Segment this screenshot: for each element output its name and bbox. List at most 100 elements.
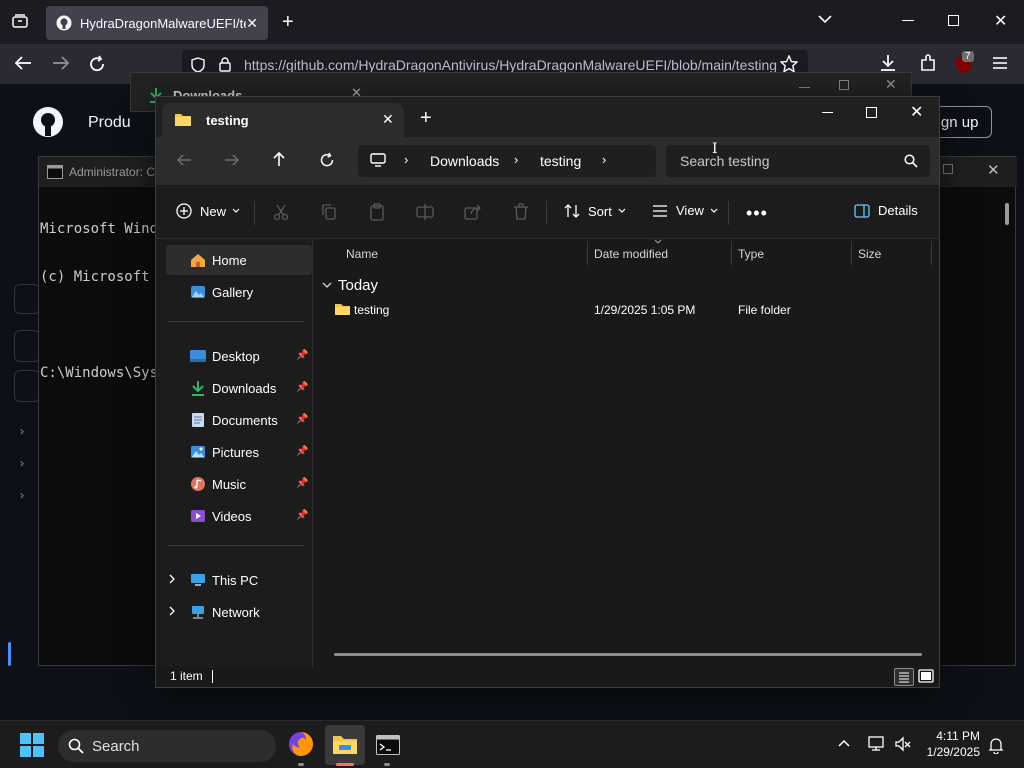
back-arrow-icon[interactable]	[14, 55, 32, 71]
tiles-view-icon[interactable]	[918, 669, 934, 683]
nav-network[interactable]: Network	[166, 597, 312, 627]
pin-icon[interactable]: 📌	[296, 446, 308, 458]
terminal-icon[interactable]	[376, 735, 400, 755]
expand-chevron-icon[interactable]	[168, 574, 176, 584]
explorer-tab[interactable]: testing ✕	[162, 103, 404, 137]
search-box[interactable]: Search testing	[666, 145, 930, 177]
pin-icon[interactable]: 📌	[296, 350, 308, 362]
reload-icon[interactable]	[88, 55, 106, 73]
github-sidebar-toggle[interactable]	[14, 284, 40, 314]
windows-start-icon[interactable]	[20, 733, 44, 757]
forward-arrow-icon[interactable]	[52, 55, 70, 71]
view-button[interactable]: View	[652, 203, 718, 218]
browser-tab[interactable]: HydraDragonMalwareUEFI/test ✕	[46, 6, 268, 40]
cmd-scrollbar[interactable]	[1005, 203, 1009, 225]
close-tab-icon[interactable]: ✕	[246, 15, 258, 32]
nav-music[interactable]: Music 📌	[166, 469, 312, 499]
pin-icon[interactable]: 📌	[296, 478, 308, 490]
more-options-icon[interactable]: •••	[746, 203, 768, 224]
new-tab-button[interactable]: +	[282, 11, 294, 34]
nav-videos[interactable]: Videos 📌	[166, 501, 312, 531]
chevron-up-icon[interactable]	[838, 739, 850, 747]
rename-icon[interactable]	[416, 203, 434, 221]
up-arrow-icon[interactable]	[272, 151, 286, 167]
breadcrumb[interactable]: › Downloads › testing ›	[358, 145, 656, 177]
browser-maximize-button[interactable]	[948, 15, 959, 26]
horizontal-scrollbar[interactable]	[334, 653, 922, 656]
nav-downloads[interactable]: Downloads 📌	[166, 373, 312, 403]
nav-pane-divider[interactable]	[312, 239, 313, 667]
column-header-name[interactable]: Name	[346, 247, 378, 261]
clock-date[interactable]: 1/29/2025	[927, 745, 980, 759]
details-button[interactable]: Details	[854, 203, 918, 218]
firefox-icon[interactable]	[288, 731, 314, 757]
cut-icon[interactable]	[272, 203, 290, 221]
column-divider[interactable]	[731, 241, 732, 265]
taskbar-search[interactable]: Search	[58, 730, 276, 762]
details-view-icon[interactable]	[894, 668, 914, 686]
sort-button[interactable]: Sort	[564, 203, 626, 219]
column-header-date[interactable]: Date modified	[594, 247, 668, 261]
pin-icon[interactable]: 📌	[296, 382, 308, 394]
close-tab-icon[interactable]: ✕	[382, 111, 394, 128]
explorer-maximize-button[interactable]	[866, 107, 877, 118]
github-file-search[interactable]	[14, 370, 40, 402]
chevron-right-icon[interactable]: ›	[20, 424, 24, 438]
bookmark-star-icon[interactable]	[780, 55, 798, 73]
copy-icon[interactable]	[320, 203, 338, 221]
nav-this-pc[interactable]: This PC	[166, 565, 312, 595]
back-arrow-icon[interactable]	[176, 153, 192, 167]
volume-muted-icon[interactable]	[894, 736, 912, 752]
pin-icon[interactable]: 📌	[296, 414, 308, 426]
chevron-right-icon[interactable]: ›	[602, 152, 606, 167]
github-logo-icon[interactable]	[32, 106, 64, 138]
column-divider[interactable]	[587, 241, 588, 265]
pin-icon[interactable]: 📌	[296, 510, 308, 522]
nav-documents[interactable]: Documents 📌	[166, 405, 312, 435]
delete-icon[interactable]	[512, 203, 530, 221]
new-tab-button[interactable]: +	[420, 107, 432, 130]
nav-desktop[interactable]: Desktop 📌	[166, 341, 312, 371]
clock-time[interactable]: 4:11 PM	[936, 729, 980, 743]
file-row[interactable]: testing 1/29/2025 1:05 PM File folder	[330, 297, 930, 323]
search-icon[interactable]	[904, 154, 918, 168]
group-header-today[interactable]: Today	[322, 277, 378, 294]
column-header-size[interactable]: Size	[858, 247, 881, 261]
chevron-right-icon[interactable]: ›	[20, 456, 24, 470]
notification-bell-icon[interactable]	[988, 736, 1004, 754]
extensions-icon[interactable]	[918, 53, 938, 73]
share-icon[interactable]	[464, 203, 482, 221]
lock-icon[interactable]	[218, 56, 232, 72]
list-all-tabs-icon[interactable]	[818, 14, 832, 24]
browser-minimize-button[interactable]	[902, 20, 914, 21]
nav-pictures[interactable]: Pictures 📌	[166, 437, 312, 467]
nav-gallery[interactable]: Gallery	[166, 277, 312, 307]
column-header-type[interactable]: Type	[738, 247, 764, 261]
github-nav-product[interactable]: Produ	[88, 114, 131, 132]
network-status-icon[interactable]	[868, 736, 886, 752]
cmd-output[interactable]: Microsoft Windo (c) Microsoft C C:\Windo…	[40, 189, 166, 413]
new-button[interactable]: New	[176, 203, 240, 219]
explorer-minimize-button[interactable]	[822, 112, 833, 113]
expand-chevron-icon[interactable]	[168, 606, 176, 616]
shield-icon[interactable]	[190, 57, 206, 73]
cmd-close-button[interactable]: ✕	[987, 161, 1000, 179]
column-divider[interactable]	[851, 241, 852, 265]
file-explorer-icon[interactable]	[332, 733, 358, 755]
cmd-maximize-button[interactable]	[943, 164, 953, 174]
chevron-right-icon[interactable]: ›	[404, 152, 408, 167]
chevron-right-icon[interactable]: ›	[514, 152, 518, 167]
column-divider[interactable]	[931, 241, 932, 265]
chevron-right-icon[interactable]: ›	[20, 488, 24, 502]
downloads-icon[interactable]	[878, 53, 898, 73]
tab-list-icon[interactable]	[12, 14, 28, 28]
refresh-icon[interactable]	[319, 152, 335, 168]
monitor-icon[interactable]	[370, 153, 386, 168]
explorer-close-button[interactable]: ✕	[910, 102, 923, 122]
menu-icon[interactable]	[992, 56, 1008, 70]
breadcrumb-testing[interactable]: testing	[540, 153, 581, 169]
paste-icon[interactable]	[368, 203, 386, 221]
nav-home[interactable]: Home	[166, 245, 312, 275]
browser-close-button[interactable]: ✕	[994, 11, 1007, 31]
github-branch-button[interactable]	[14, 330, 40, 362]
